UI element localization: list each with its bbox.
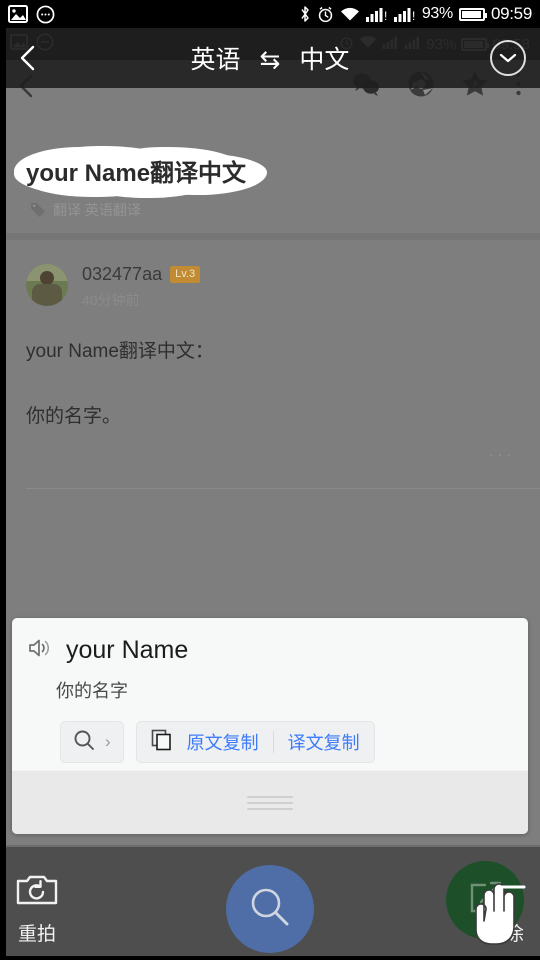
copy-actions-group: 原文复制 译文复制 (135, 721, 375, 763)
retake-label: 重拍 (17, 924, 56, 945)
drag-handle-icon[interactable] (247, 792, 293, 814)
phone-screen: ! ! 93% 09:59 your Name翻译中文 翻译 英语翻译 0324… (0, 0, 540, 960)
copy-target-button[interactable]: 译文复制 (288, 729, 360, 755)
answer-block: 032477aa Lv.3 40分钟前 your Name翻译中文： 你的名字。… (0, 240, 540, 489)
wifi-icon (340, 7, 360, 22)
tag-icon (30, 201, 46, 220)
answer-username[interactable]: 032477aa (82, 264, 162, 285)
battery-percent: 93% (421, 5, 453, 22)
image-icon (8, 5, 28, 23)
avatar[interactable] (26, 264, 68, 306)
search-icon (73, 729, 95, 756)
translation-result-card: your Name 你的名字 › 原文复制 译文复制 (12, 618, 528, 834)
question-title: your Name翻译中文 (26, 160, 247, 187)
speaker-icon[interactable] (28, 637, 52, 664)
alarm-icon (317, 6, 334, 23)
question-tags: 翻译 英语翻译 (30, 200, 141, 220)
signal-1-icon: ! (365, 7, 388, 22)
card-footer (12, 770, 528, 834)
retake-button[interactable]: 重拍 (16, 872, 58, 946)
swap-languages-icon[interactable]: ⇆ (260, 46, 281, 74)
bottom-toolbar: 重拍 重涂 (0, 845, 540, 960)
svg-text:!: ! (384, 9, 387, 22)
translate-top-bar: 英语 ⇆ 中文 (0, 28, 540, 88)
chevron-down-icon (499, 53, 517, 63)
translated-text: 你的名字 (56, 681, 128, 701)
search-chevron-icon: › (105, 732, 111, 751)
screen-edge-left (0, 28, 6, 960)
answer-line-2: 你的名字。 (26, 406, 122, 427)
section-divider (0, 233, 540, 240)
camera-retake-icon (16, 872, 58, 912)
system-status-bar: ! ! 93% 09:59 (0, 0, 540, 28)
battery-icon (458, 7, 487, 21)
divider (272, 731, 274, 753)
chat-bubble-icon (36, 5, 55, 24)
back-chevron-icon[interactable] (14, 43, 44, 73)
search-fab-button[interactable] (226, 865, 314, 953)
search-icon (246, 883, 294, 936)
bluetooth-icon (299, 5, 311, 23)
answer-line-1: your Name翻译中文： (26, 341, 214, 362)
level-badge: Lv.3 (170, 266, 201, 283)
hand-pointer-icon (462, 875, 526, 947)
search-button[interactable]: › (60, 721, 124, 763)
answer-divider (26, 488, 540, 489)
question-tags-label: 翻译 英语翻译 (53, 202, 141, 218)
svg-text:!: ! (412, 9, 415, 22)
collapse-button[interactable] (490, 40, 526, 76)
copy-source-button[interactable]: 原文复制 (187, 729, 259, 755)
source-text: your Name (66, 636, 189, 664)
system-clock: 09:59 (490, 4, 532, 23)
copy-icon[interactable] (151, 729, 173, 756)
source-language[interactable]: 英语 (191, 46, 241, 74)
answer-time: 40分钟前 (82, 292, 140, 308)
language-pair[interactable]: 英语 ⇆ 中文 (0, 40, 540, 76)
answer-more-ellipsis[interactable]: ··· (488, 444, 514, 467)
target-language[interactable]: 中文 (299, 46, 349, 74)
signal-2-icon: ! (393, 7, 416, 22)
navigation-hint-bar (0, 956, 540, 960)
